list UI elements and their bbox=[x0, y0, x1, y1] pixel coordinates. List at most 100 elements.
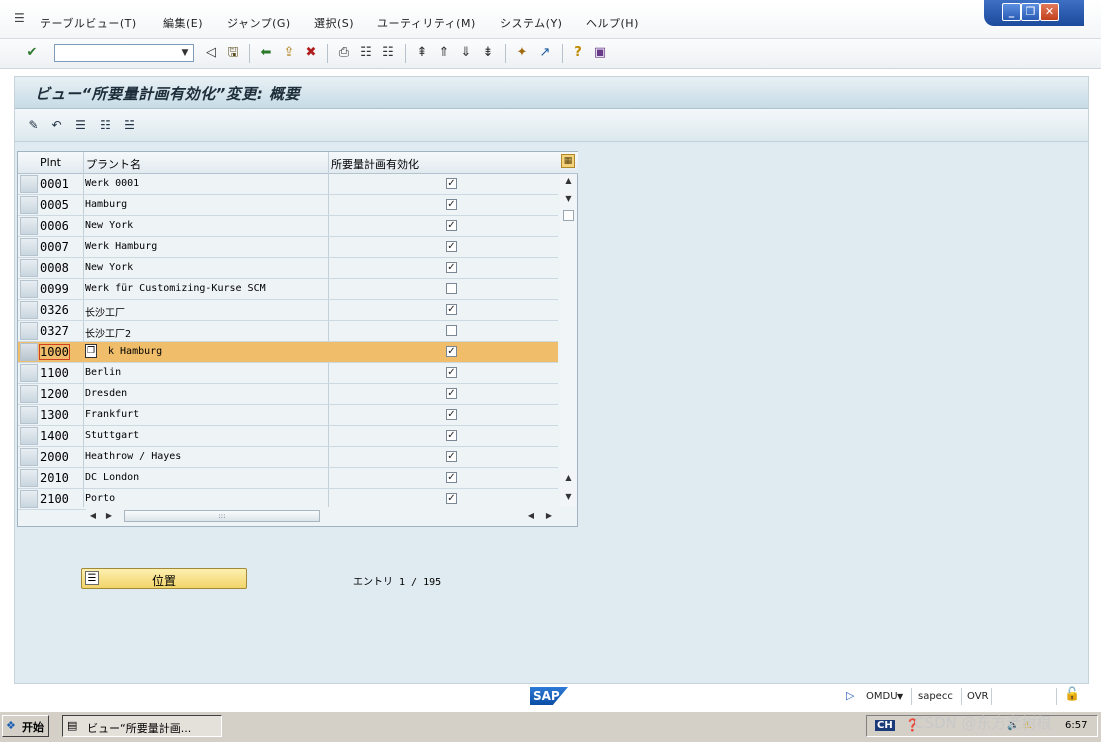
table-row[interactable]: 0008 New York ✓ bbox=[18, 258, 558, 279]
mrp-active-checkbox[interactable] bbox=[446, 325, 457, 336]
row-selector[interactable] bbox=[20, 217, 38, 235]
table-row[interactable]: 2010 DC London ✓ bbox=[18, 468, 558, 489]
menu-options-icon[interactable]: ☰ bbox=[14, 12, 28, 24]
vertical-scrollbar[interactable]: ▲ ▼ ▲ ▼ bbox=[560, 174, 577, 507]
scroll-right-icon[interactable]: ▶ bbox=[542, 509, 556, 523]
cancel-icon[interactable]: ✖ bbox=[303, 45, 319, 61]
scroll-down-icon[interactable]: ▼ bbox=[560, 490, 577, 504]
table-row[interactable]: 0327 长沙工厂2 bbox=[18, 321, 558, 342]
row-selector[interactable] bbox=[20, 301, 38, 319]
mrp-active-checkbox[interactable]: ✓ bbox=[446, 199, 457, 210]
mrp-active-checkbox[interactable]: ✓ bbox=[446, 472, 457, 483]
select-block-icon[interactable]: ☷ bbox=[97, 117, 114, 134]
scroll-left-icon[interactable]: ◀ bbox=[86, 509, 100, 523]
table-row[interactable]: 1300 Frankfurt ✓ bbox=[18, 405, 558, 426]
menu-help[interactable]: ヘルプ(H) bbox=[586, 15, 639, 31]
table-row[interactable]: 0007 Werk Hamburg ✓ bbox=[18, 237, 558, 258]
table-row[interactable]: 1000 ❐ k Hamburg ✓ bbox=[18, 342, 558, 363]
menu-utilities[interactable]: ユーティリティ(M) bbox=[377, 15, 476, 31]
row-selector[interactable] bbox=[20, 385, 38, 403]
command-input[interactable] bbox=[57, 46, 175, 60]
table-row[interactable]: 0326 长沙工厂 ✓ bbox=[18, 300, 558, 321]
minimize-icon[interactable]: _ bbox=[1002, 3, 1021, 21]
last-page-icon[interactable]: ⇟ bbox=[480, 45, 496, 61]
mrp-active-checkbox[interactable] bbox=[446, 283, 457, 294]
column-header-mrp-active[interactable]: 所要量計画有効化 bbox=[331, 156, 419, 172]
table-row[interactable]: 0005 Hamburg ✓ bbox=[18, 195, 558, 216]
mrp-active-checkbox[interactable]: ✓ bbox=[446, 493, 457, 504]
table-row[interactable]: 0006 New York ✓ bbox=[18, 216, 558, 237]
row-selector[interactable] bbox=[20, 322, 38, 340]
chevron-down-icon[interactable]: ▼ bbox=[177, 45, 193, 61]
scroll-up-icon[interactable]: ▲ bbox=[560, 174, 577, 188]
collapse-triangle-icon[interactable]: ◁ bbox=[203, 45, 219, 61]
status-toggle-icon[interactable]: ▷ bbox=[846, 689, 854, 702]
mrp-active-checkbox[interactable]: ✓ bbox=[446, 241, 457, 252]
undo-icon[interactable]: ↶ bbox=[48, 117, 65, 134]
new-session-icon[interactable]: ✦ bbox=[514, 45, 530, 61]
command-field[interactable]: ▼ bbox=[54, 44, 194, 62]
insert-mode[interactable]: OVR bbox=[967, 691, 988, 702]
horizontal-scrollbar[interactable]: ◀ ▶ ::: ◀ ▶ bbox=[86, 508, 558, 524]
mrp-active-checkbox[interactable]: ✓ bbox=[446, 451, 457, 462]
column-settings-icon[interactable]: ▦ bbox=[561, 154, 575, 168]
mrp-active-checkbox[interactable]: ✓ bbox=[446, 367, 457, 378]
row-selector[interactable] bbox=[20, 175, 38, 193]
scroll-left-icon[interactable]: ◀ bbox=[524, 509, 538, 523]
column-header-plant-name[interactable]: プラント名 bbox=[86, 156, 141, 172]
scroll-up-icon[interactable]: ▲ bbox=[560, 471, 577, 485]
restore-icon[interactable]: ❐ bbox=[1021, 3, 1040, 21]
save-icon[interactable]: 🖫 bbox=[225, 45, 241, 61]
first-page-icon[interactable]: ⇞ bbox=[414, 45, 430, 61]
scroll-thumb[interactable]: ::: bbox=[124, 510, 320, 522]
mrp-active-checkbox[interactable]: ✓ bbox=[446, 220, 457, 231]
row-selector[interactable] bbox=[20, 448, 38, 466]
exit-icon[interactable]: ⇪ bbox=[281, 45, 297, 61]
table-row[interactable]: 1400 Stuttgart ✓ bbox=[18, 426, 558, 447]
table-row[interactable]: 1200 Dresden ✓ bbox=[18, 384, 558, 405]
table-row[interactable]: 0099 Werk für Customizing-Kurse SCM bbox=[18, 279, 558, 300]
row-selector[interactable] bbox=[20, 343, 38, 361]
enter-icon[interactable]: ✔ bbox=[24, 45, 40, 61]
mrp-active-checkbox[interactable]: ✓ bbox=[446, 409, 457, 420]
lock-icon[interactable]: 🔓 bbox=[1064, 687, 1080, 702]
next-page-icon[interactable]: ⇓ bbox=[458, 45, 474, 61]
page-down-icon[interactable]: ▼ bbox=[560, 192, 577, 206]
mrp-active-checkbox[interactable]: ✓ bbox=[446, 178, 457, 189]
row-selector[interactable] bbox=[20, 490, 38, 508]
close-icon[interactable]: ✕ bbox=[1040, 3, 1059, 21]
help-icon[interactable]: ? bbox=[570, 45, 586, 61]
menu-system[interactable]: システム(Y) bbox=[500, 15, 562, 31]
table-row[interactable]: 2000 Heathrow / Hayes ✓ bbox=[18, 447, 558, 468]
scroll-right-icon[interactable]: ▶ bbox=[102, 509, 116, 523]
row-selector[interactable] bbox=[20, 196, 38, 214]
menu-table-view[interactable]: テーブルビュー(T) bbox=[40, 15, 137, 31]
row-selector[interactable] bbox=[20, 406, 38, 424]
mrp-active-checkbox[interactable]: ✓ bbox=[446, 304, 457, 315]
table-row[interactable]: 0001 Werk 0001 ✓ bbox=[18, 174, 558, 195]
display-change-icon[interactable]: ✎ bbox=[25, 117, 42, 134]
find-next-icon[interactable]: ☷ bbox=[380, 45, 396, 61]
column-header-plant[interactable]: Plnt bbox=[40, 156, 61, 169]
mrp-active-checkbox[interactable]: ✓ bbox=[446, 388, 457, 399]
select-all-icon[interactable]: ☰ bbox=[72, 117, 89, 134]
customize-layout-icon[interactable]: ▣ bbox=[592, 45, 608, 61]
shortcut-icon[interactable]: ↗ bbox=[537, 45, 553, 61]
language-indicator[interactable]: CH bbox=[875, 720, 895, 731]
mrp-active-checkbox[interactable]: ✓ bbox=[446, 430, 457, 441]
row-selector[interactable] bbox=[20, 259, 38, 277]
mrp-active-checkbox[interactable]: ✓ bbox=[446, 262, 457, 273]
table-row[interactable]: 2100 Porto ✓ bbox=[18, 489, 558, 510]
scroll-thumb[interactable] bbox=[563, 210, 574, 221]
row-selector[interactable] bbox=[20, 469, 38, 487]
table-row[interactable]: 1100 Berlin ✓ bbox=[18, 363, 558, 384]
back-icon[interactable]: ⬅ bbox=[258, 45, 274, 61]
menu-goto[interactable]: ジャンプ(G) bbox=[227, 15, 291, 31]
copy-icon[interactable]: ❐ bbox=[85, 344, 97, 358]
row-selector[interactable] bbox=[20, 364, 38, 382]
menu-selection[interactable]: 選択(S) bbox=[314, 15, 354, 31]
start-button[interactable]: ❖ 开始 bbox=[2, 715, 49, 737]
mrp-active-checkbox[interactable]: ✓ bbox=[446, 346, 457, 357]
row-selector[interactable] bbox=[20, 427, 38, 445]
taskbar-window-item[interactable]: ▤ ビュー“所要量計画... bbox=[62, 715, 222, 737]
